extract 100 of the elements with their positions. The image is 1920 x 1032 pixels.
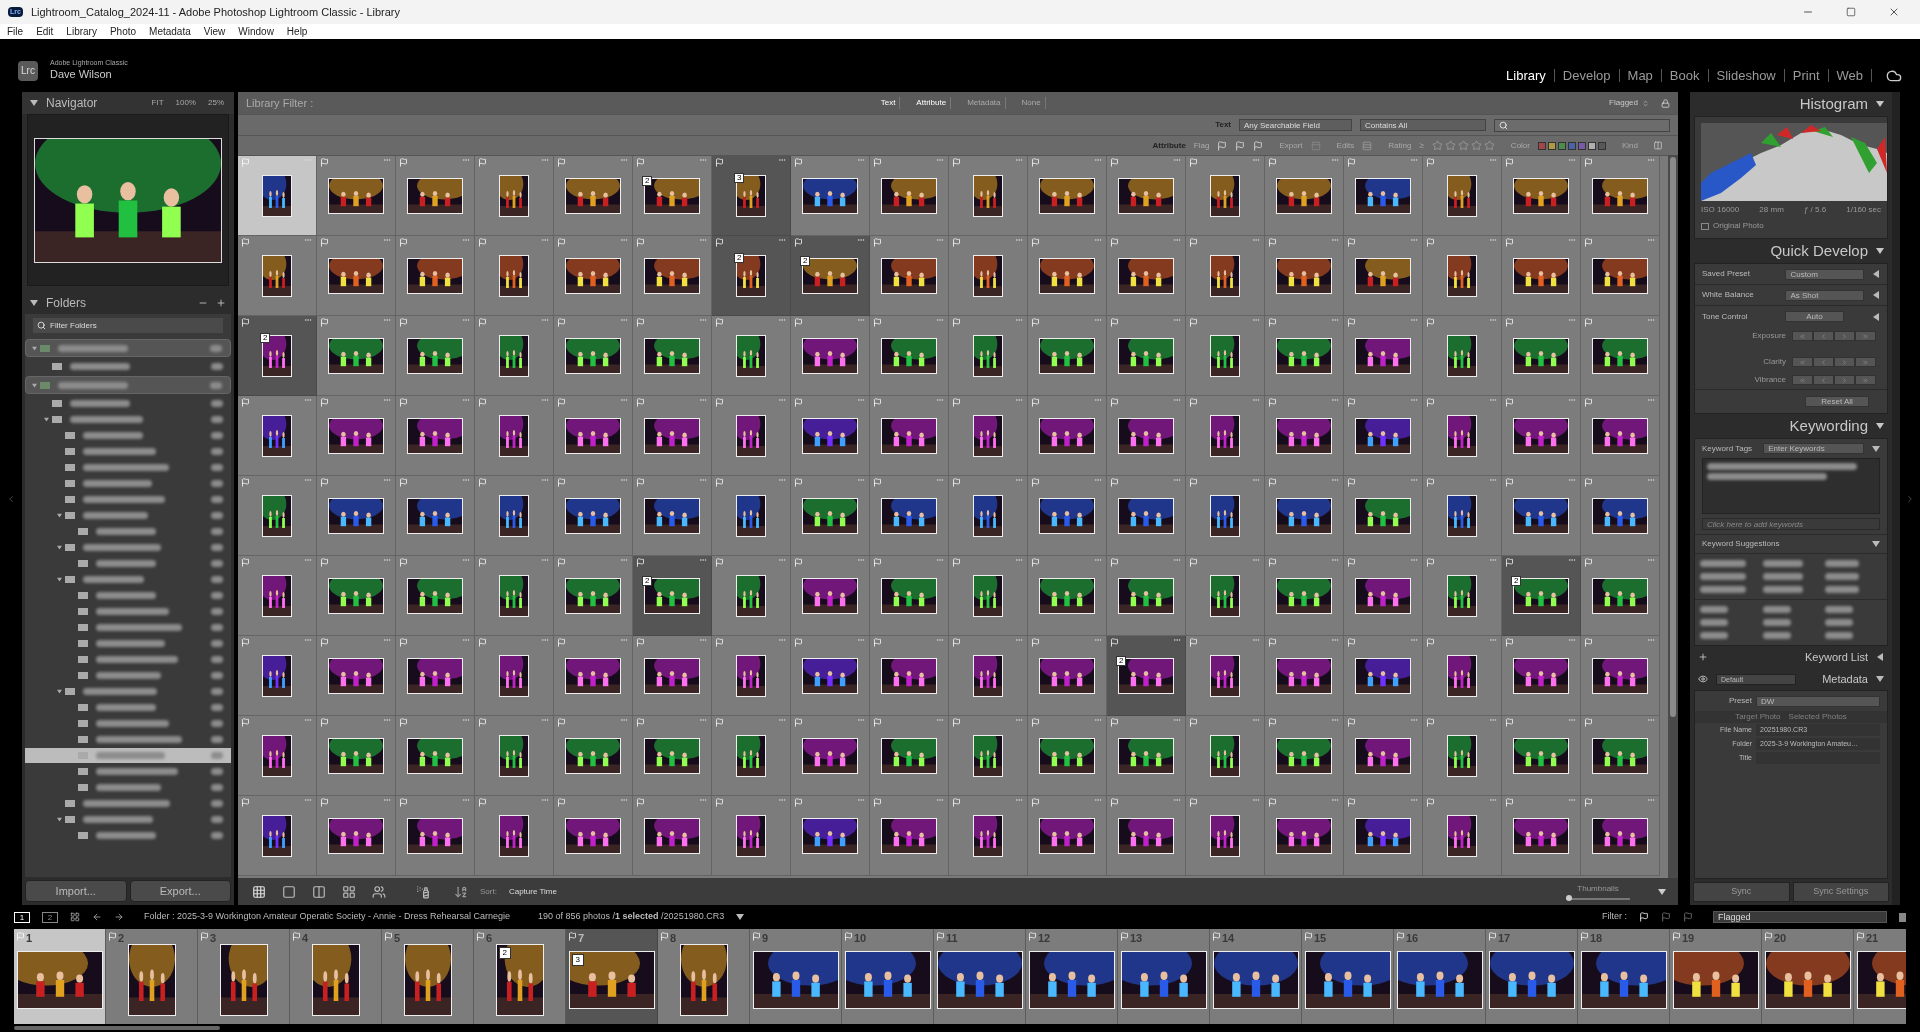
menu-item[interactable]: Edit bbox=[36, 24, 54, 39]
frame-number: 10 bbox=[854, 931, 867, 946]
setting-label: Saved Preset bbox=[1702, 268, 1752, 280]
frame-number: 20 bbox=[1774, 931, 1787, 946]
shutter-speed: 1/160 sec bbox=[1846, 204, 1881, 216]
frame-number: 4 bbox=[302, 931, 309, 946]
zoom-option[interactable]: FIT bbox=[149, 97, 166, 109]
stack-count[interactable]: 3 bbox=[734, 172, 745, 183]
stack-count[interactable]: 2 bbox=[734, 252, 745, 263]
frame-number: 2 bbox=[118, 931, 125, 946]
focal-length: 28 mm bbox=[1759, 204, 1784, 216]
menu-item[interactable]: Metadata bbox=[149, 24, 191, 39]
adjustment-label: Exposure bbox=[1751, 330, 1787, 342]
panel-title[interactable]: Folders bbox=[46, 294, 86, 312]
filter-preset[interactable]: Flagged bbox=[1609, 97, 1638, 109]
grid-cell[interactable]: 2 bbox=[712, 236, 791, 316]
filter-title: Library Filter : bbox=[246, 95, 314, 111]
stack-count[interactable]: 2 bbox=[642, 175, 653, 186]
screen-button[interactable]: 1 bbox=[14, 911, 30, 923]
grid-cell[interactable]: 3 bbox=[712, 156, 791, 236]
panel-title[interactable]: Keyword List bbox=[1805, 648, 1868, 666]
screen-button[interactable]: 2 bbox=[42, 911, 58, 923]
panel-title[interactable]: Quick Develop bbox=[1770, 239, 1868, 263]
photo-count: 190 of 856 photos /1 selected /20251980.CR3 bbox=[538, 910, 725, 924]
filmstrip-frame[interactable]: 7 3 bbox=[566, 929, 658, 1024]
stack-count[interactable]: 2 bbox=[800, 255, 811, 266]
export-button[interactable]: Export... bbox=[129, 880, 231, 902]
frame-number: 16 bbox=[1406, 931, 1419, 946]
setting-label: Tone Control bbox=[1702, 310, 1749, 323]
frame-number: 11 bbox=[946, 931, 958, 946]
sync-button[interactable]: Sync bbox=[1693, 882, 1790, 902]
panel-title[interactable]: Keywording bbox=[1789, 414, 1868, 438]
frame-number: 3 bbox=[210, 931, 217, 946]
zoom-option[interactable]: 25% bbox=[206, 97, 226, 109]
filter-label: Attribute bbox=[1152, 139, 1186, 152]
frame-number: 8 bbox=[670, 931, 677, 946]
sync-settings-button[interactable]: Sync Settings bbox=[1792, 882, 1889, 902]
frame-number: 1 bbox=[26, 931, 33, 946]
stack-count[interactable]: 2 bbox=[642, 575, 653, 586]
sort-label: Sort: bbox=[480, 885, 497, 898]
filter-tab[interactable]: Attribute bbox=[912, 97, 952, 109]
grid-cell[interactable]: 2 bbox=[791, 236, 870, 316]
grid-cell[interactable]: 2 bbox=[633, 156, 712, 236]
preset-dropdown[interactable]: DW bbox=[1756, 695, 1880, 707]
module-tab[interactable]: Book bbox=[1661, 69, 1709, 82]
thumbnails-label: Thumbnails bbox=[1577, 883, 1619, 895]
panel-title[interactable]: Metadata bbox=[1822, 670, 1868, 688]
import-button[interactable]: Import... bbox=[25, 880, 127, 902]
setting-dropdown[interactable]: As Shot bbox=[1785, 289, 1864, 301]
rating-label: Rating bbox=[1388, 139, 1412, 152]
adjustment-label: Vibrance bbox=[1753, 374, 1787, 386]
module-tab[interactable]: Map bbox=[1619, 69, 1662, 82]
module-tab[interactable]: Web bbox=[1828, 69, 1872, 82]
sort-dropdown[interactable]: Capture Time bbox=[508, 885, 557, 898]
menu-item[interactable]: Library bbox=[66, 24, 97, 39]
module-tab[interactable]: Print bbox=[1784, 69, 1829, 82]
keyword-mode-dropdown[interactable]: Enter Keywords bbox=[1763, 443, 1864, 454]
checkbox-label: Original Photo bbox=[1713, 220, 1764, 232]
stack-count[interactable]: 2 bbox=[1511, 575, 1522, 586]
grid-cell[interactable]: 2 bbox=[238, 316, 317, 396]
auto-button[interactable]: Auto bbox=[1784, 311, 1844, 322]
menu-item[interactable]: Window bbox=[238, 24, 274, 39]
filter-folders-field[interactable]: Filter Folders bbox=[33, 318, 223, 333]
panel-title[interactable]: Navigator bbox=[46, 94, 98, 112]
stack-count[interactable]: 2 bbox=[1116, 655, 1127, 666]
module-tab[interactable]: Slideshow bbox=[1708, 69, 1785, 82]
menu-item[interactable]: View bbox=[203, 24, 226, 39]
setting-dropdown[interactable]: Custom bbox=[1785, 268, 1864, 280]
menu-item[interactable]: File bbox=[7, 24, 24, 39]
frame-number: 14 bbox=[1222, 931, 1235, 946]
window-title: Lightroom_Catalog_2024-11 - Adobe Photoshop Lightroom Classic - Library bbox=[30, 4, 401, 20]
setting-label: White Balance bbox=[1702, 289, 1755, 301]
frame-number: 21 bbox=[1866, 931, 1879, 946]
frame-number: 15 bbox=[1314, 931, 1327, 946]
stack-count[interactable]: 2 bbox=[260, 332, 271, 343]
adjustment-label: Clarity bbox=[1762, 356, 1787, 368]
source-path[interactable]: Folder : 2025-3-9 Workington Amateur Operatic Society - Annie - Dress Rehearsal Carnegie bbox=[144, 910, 510, 924]
reset-all-button[interactable]: Reset All bbox=[1805, 396, 1869, 407]
search-target-dropdown[interactable]: Any Searchable Field bbox=[1239, 119, 1352, 131]
frame-number: 17 bbox=[1498, 931, 1511, 946]
panel-title[interactable]: Histogram bbox=[1799, 92, 1868, 116]
filmstrip-frame[interactable]: 1 bbox=[14, 929, 106, 1024]
grid-cell[interactable]: 2 bbox=[1107, 636, 1186, 716]
menu-item[interactable]: Photo bbox=[109, 24, 137, 39]
frame-number: 12 bbox=[1038, 931, 1051, 946]
frame-number: 5 bbox=[394, 931, 401, 946]
grid-cell[interactable]: 2 bbox=[1502, 556, 1581, 636]
search-rule-dropdown[interactable]: Contains All bbox=[1360, 119, 1486, 131]
module-tab[interactable]: Develop bbox=[1554, 69, 1620, 82]
frame-number: 7 bbox=[578, 931, 585, 946]
aperture-value: ƒ / 5.6 bbox=[1803, 204, 1827, 216]
logo: Lrc bbox=[18, 60, 38, 81]
frame-number: 13 bbox=[1130, 931, 1143, 946]
grid-cell[interactable]: 2 bbox=[633, 556, 712, 636]
filter-dropdown[interactable]: Flagged bbox=[1713, 911, 1887, 923]
menu-item[interactable]: Help bbox=[286, 24, 308, 39]
zoom-option[interactable]: 100% bbox=[173, 97, 198, 109]
filter-tab[interactable]: Text bbox=[876, 97, 901, 109]
module-tab[interactable]: Library bbox=[1498, 69, 1555, 82]
filmstrip-frame[interactable]: 6 2 bbox=[474, 929, 566, 1024]
